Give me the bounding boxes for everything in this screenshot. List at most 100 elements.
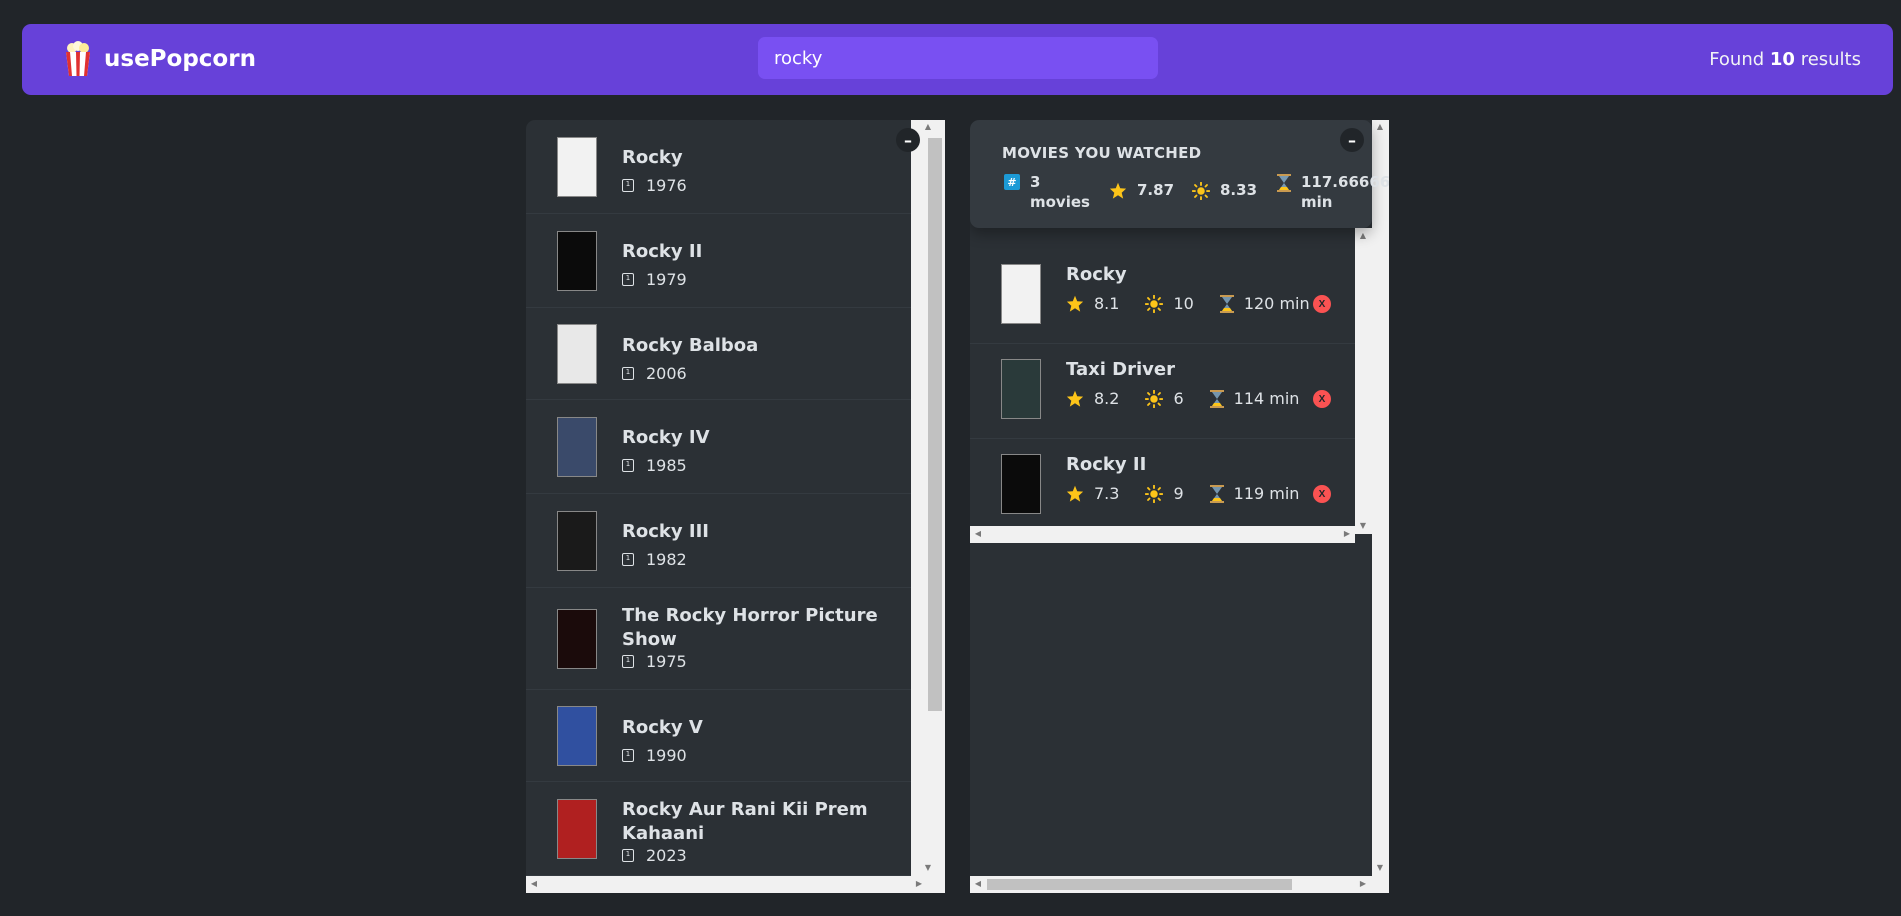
movie-year: 1 1985: [622, 456, 687, 475]
runtime: 119 min: [1233, 484, 1300, 503]
search-result-item[interactable]: Rocky II 1 1979: [526, 214, 911, 308]
collapse-search-results-button[interactable]: –: [896, 128, 920, 152]
scroll-down-arrow-icon[interactable]: ▼: [1372, 863, 1388, 873]
search-result-item[interactable]: Rocky 1 1976: [526, 120, 911, 214]
movie-year-value: 1975: [646, 652, 687, 671]
movie-title: Rocky IV: [622, 427, 710, 448]
imdb-rating: 8.1: [1094, 294, 1120, 313]
search-result-item[interactable]: Rocky IV 1 1985: [526, 400, 911, 494]
stat-count: # 3 movies: [1004, 172, 1090, 212]
sun-icon: [1192, 182, 1210, 200]
scroll-up-arrow-icon[interactable]: ▲: [1372, 122, 1388, 132]
movie-title: Rocky Aur Rani Kii Prem Kahaani: [622, 799, 868, 844]
movie-year-value: 1985: [646, 456, 687, 475]
watched-summary: MOVIES YOU WATCHED # 3 movies 7.87 8.33 1…: [970, 120, 1389, 228]
hourglass-icon: [1219, 294, 1234, 313]
movie-year: 1 2006: [622, 364, 687, 383]
scroll-left-arrow-icon[interactable]: ◀: [526, 879, 542, 889]
search-result-item[interactable]: Rocky III 1 1982: [526, 494, 911, 588]
stat-avg-runtime: 117.66666 min: [1277, 172, 1389, 212]
search-result-item[interactable]: The Rocky Horror Picture Show 1 1975: [526, 588, 911, 690]
scroll-up-arrow-icon[interactable]: ▲: [1355, 231, 1371, 241]
delete-watched-button[interactable]: X: [1313, 485, 1331, 503]
movie-poster: [557, 799, 597, 859]
movie-stats: 8.2 6 114 min: [1066, 389, 1299, 408]
movie-year: 1 1990: [622, 746, 687, 765]
movie-stats: 7.3 9 119 min: [1066, 484, 1299, 503]
runtime: 114 min: [1233, 389, 1300, 408]
watched-box: MOVIES YOU WATCHED # 3 movies 7.87 8.33 1…: [970, 120, 1389, 893]
scroll-down-arrow-icon[interactable]: ▼: [920, 863, 936, 873]
movie-title: Rocky II: [1066, 454, 1147, 475]
search-input[interactable]: [758, 37, 1158, 79]
results-count-text: Found 10 results: [1709, 49, 1861, 70]
scroll-left-arrow-icon[interactable]: ◀: [970, 529, 986, 539]
scroll-right-arrow-icon[interactable]: ▶: [1339, 529, 1355, 539]
scroll-left-arrow-icon[interactable]: ◀: [970, 879, 986, 889]
watched-box-vertical-scrollbar[interactable]: ▲ ▼: [1372, 120, 1389, 876]
movie-year-value: 1990: [646, 746, 687, 765]
watched-movie-item[interactable]: Rocky 8.1 10 120 min X: [970, 249, 1355, 344]
star-icon: [1109, 182, 1127, 199]
scroll-up-arrow-icon[interactable]: ▲: [920, 122, 936, 132]
movie-poster: [557, 417, 597, 477]
scroll-down-arrow-icon[interactable]: ▼: [1355, 521, 1371, 531]
scroll-right-arrow-icon[interactable]: ▶: [1355, 879, 1371, 889]
movie-title: Rocky III: [622, 521, 709, 542]
movie-title: Rocky: [1066, 264, 1127, 285]
search-result-item[interactable]: Rocky Balboa 1 2006: [526, 308, 911, 400]
hash-icon: #: [1004, 174, 1020, 190]
popcorn-icon: [62, 41, 94, 77]
runtime: 120 min: [1243, 294, 1310, 313]
movie-title: Rocky Balboa: [622, 335, 759, 356]
logo: usePopcorn: [62, 41, 256, 77]
star-icon: [1066, 390, 1084, 407]
scroll-thumb[interactable]: [928, 138, 942, 711]
search-results-horizontal-scrollbar[interactable]: ◀ ▶: [526, 876, 945, 893]
scroll-thumb[interactable]: [987, 879, 1292, 890]
imdb-rating: 8.2: [1094, 389, 1120, 408]
svg-text:#: #: [1007, 176, 1016, 189]
movie-year-value: 2006: [646, 364, 687, 383]
movie-poster: [557, 609, 597, 669]
movie-poster: [1001, 359, 1041, 419]
sun-icon: [1145, 294, 1164, 313]
star-icon: [1066, 485, 1084, 502]
watched-list-horizontal-scrollbar[interactable]: ◀ ▶: [970, 526, 1355, 543]
watched-movie-item[interactable]: Rocky II 7.3 9 119 min X: [970, 439, 1355, 534]
search-results-vertical-scrollbar[interactable]: ▲ ▼: [911, 120, 945, 876]
movie-poster: [557, 231, 597, 291]
calendar-icon: 1: [622, 553, 634, 566]
calendar-icon: 1: [622, 655, 634, 668]
scroll-right-arrow-icon[interactable]: ▶: [911, 879, 927, 889]
user-rating: 10: [1173, 294, 1194, 313]
movie-year-value: 1982: [646, 550, 687, 569]
calendar-icon: 1: [622, 459, 634, 472]
watched-movie-item[interactable]: Taxi Driver 8.2 6 114 min X: [970, 344, 1355, 439]
search-result-item[interactable]: Rocky V 1 1990: [526, 690, 911, 782]
watched-box-horizontal-scrollbar[interactable]: ◀ ▶: [970, 876, 1389, 893]
movie-poster: [557, 137, 597, 197]
movie-year: 1 1975: [622, 652, 687, 671]
search-results-box: Rocky 1 1976 Rocky II 1 1979 Rocky Balboa 1 2006…: [526, 120, 945, 893]
movie-title: Rocky: [622, 147, 683, 168]
search-results-list: Rocky 1 1976 Rocky II 1 1979 Rocky Balboa 1 2006…: [526, 120, 911, 876]
collapse-watched-button[interactable]: –: [1340, 128, 1364, 152]
results-count-number: 10: [1769, 49, 1795, 70]
stat-avg-imdb: 7.87: [1109, 180, 1174, 200]
stat-avg-user-rating: 8.33: [1192, 180, 1257, 200]
movie-poster: [557, 511, 597, 571]
delete-watched-button[interactable]: X: [1313, 390, 1331, 408]
movie-title: Taxi Driver: [1066, 359, 1175, 380]
movie-year: 1 2023: [622, 846, 687, 865]
movie-year-value: 1976: [646, 176, 687, 195]
delete-watched-button[interactable]: X: [1313, 295, 1331, 313]
movie-stats: 8.1 10 120 min: [1066, 294, 1310, 313]
calendar-icon: 1: [622, 367, 634, 380]
movie-year-value: 1979: [646, 270, 687, 289]
watched-list-vertical-scrollbar[interactable]: ▲ ▼: [1355, 228, 1372, 534]
imdb-rating: 7.3: [1094, 484, 1120, 503]
movie-poster: [557, 706, 597, 766]
movie-poster: [1001, 454, 1041, 514]
search-result-item[interactable]: Rocky Aur Rani Kii Prem Kahaani 1 2023: [526, 782, 911, 876]
